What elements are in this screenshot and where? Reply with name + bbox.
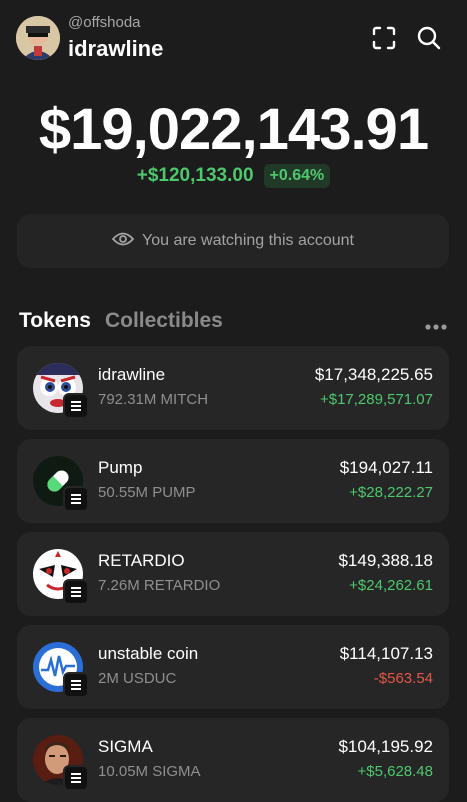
token-value: $114,107.13 xyxy=(339,644,433,663)
token-name: unstable coin xyxy=(98,644,199,663)
token-row[interactable]: idrawline 792.31M MITCH $17,348,225.65 +… xyxy=(17,346,449,430)
token-pnl: +$17,289,571.07 xyxy=(319,391,433,408)
token-row[interactable]: RETARDIO 7.26M RETARDIO $149,388.18 +$24… xyxy=(17,532,449,616)
watching-text: You are watching this account xyxy=(142,232,354,249)
solana-chain-icon xyxy=(63,765,89,791)
solana-chain-icon xyxy=(63,486,89,512)
change-percent-badge: +0.64% xyxy=(263,164,331,188)
token-logo xyxy=(33,456,89,512)
token-value: $17,348,225.65 xyxy=(314,365,433,384)
account-name[interactable]: idrawline xyxy=(68,36,163,62)
avatar[interactable] xyxy=(16,16,60,60)
account-handle: @offshoda xyxy=(68,14,141,31)
token-logo xyxy=(33,363,89,419)
token-amount: 10.05M SIGMA xyxy=(98,763,201,780)
solana-chain-icon xyxy=(63,393,89,419)
token-row[interactable]: Pump 50.55M PUMP $194,027.11 +$28,222.27 xyxy=(17,439,449,523)
search-icon[interactable] xyxy=(415,24,443,52)
token-logo xyxy=(33,735,89,791)
token-row[interactable]: SIGMA 10.05M SIGMA $104,195.92 +$5,628.4… xyxy=(17,718,449,802)
solana-chain-icon xyxy=(63,579,89,605)
change-amount: +$120,133.00 xyxy=(136,165,254,186)
tab-collectibles[interactable]: Collectibles xyxy=(105,309,223,337)
more-options-icon[interactable] xyxy=(424,318,448,330)
header: @offshoda idrawline xyxy=(0,0,467,90)
token-value: $104,195.92 xyxy=(338,737,433,756)
token-amount: 2M USDUC xyxy=(98,670,177,687)
token-value: $149,388.18 xyxy=(338,551,433,570)
eye-icon xyxy=(111,231,135,252)
watching-banner: You are watching this account xyxy=(17,214,449,268)
tab-tokens[interactable]: Tokens xyxy=(19,309,91,337)
token-amount: 792.31M MITCH xyxy=(98,391,209,408)
solana-chain-icon xyxy=(63,672,89,698)
token-name: Pump xyxy=(98,458,143,477)
token-name: idrawline xyxy=(98,365,166,384)
token-value: $194,027.11 xyxy=(339,458,433,477)
token-pnl: +$24,262.61 xyxy=(349,577,433,594)
token-amount: 50.55M PUMP xyxy=(98,484,196,501)
token-name: SIGMA xyxy=(98,737,153,756)
asset-tabs: Tokens Collectibles xyxy=(19,309,223,337)
token-logo xyxy=(33,549,89,605)
token-pnl: -$563.54 xyxy=(373,670,433,687)
token-amount: 7.26M RETARDIO xyxy=(98,577,221,594)
token-row[interactable]: unstable coin 2M USDUC $114,107.13 -$563… xyxy=(17,625,449,709)
portfolio-change: +$120,133.00 +0.64% xyxy=(0,163,467,189)
scan-icon[interactable] xyxy=(370,24,398,52)
token-pnl: +$5,628.48 xyxy=(357,763,434,780)
portfolio-balance: $19,022,143.91 xyxy=(38,97,429,162)
token-pnl: +$28,222.27 xyxy=(349,484,433,501)
token-name: RETARDIO xyxy=(98,551,185,570)
token-logo xyxy=(33,642,89,698)
